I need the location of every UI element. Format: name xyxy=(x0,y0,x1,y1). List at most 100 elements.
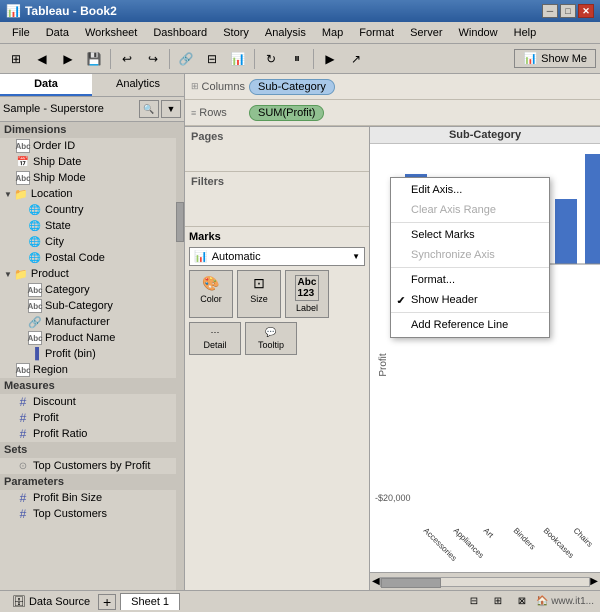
dimension-city[interactable]: 🌐 City xyxy=(0,234,184,250)
show-me-button[interactable]: 📊 Show Me xyxy=(514,49,596,68)
close-button[interactable]: ✕ xyxy=(578,4,594,18)
menu-story[interactable]: Story xyxy=(215,25,257,41)
dimension-orderid[interactable]: Abc Order ID xyxy=(0,138,184,154)
connect-button[interactable]: 🔗 xyxy=(174,47,198,71)
menu-dashboard[interactable]: Dashboard xyxy=(145,25,215,41)
dimension-manufacturer[interactable]: 🔗 Manufacturer xyxy=(0,314,184,330)
forward-button[interactable]: ▶ xyxy=(56,47,80,71)
scroll-track[interactable] xyxy=(380,577,591,587)
tab-analytics[interactable]: Analytics xyxy=(92,74,184,96)
abc-icon: Abc xyxy=(28,283,42,297)
menu-analysis[interactable]: Analysis xyxy=(257,25,314,41)
present-btn[interactable]: ▶ xyxy=(318,47,342,71)
dimension-productname[interactable]: Abc Product Name xyxy=(0,330,184,346)
dimension-location-folder[interactable]: ▼ 📁 Location xyxy=(0,186,184,202)
new-sheet-button[interactable]: + xyxy=(98,594,116,610)
bar-copiers[interactable] xyxy=(585,154,600,264)
export-btn[interactable]: ↗ xyxy=(344,47,368,71)
center-area: ⊞ Columns Sub-Category ≡ Rows SUM(Profit… xyxy=(185,74,600,590)
data-source-tab[interactable]: 🗄 Data Source xyxy=(6,593,96,610)
watermark-text: 🏠 www.it1... xyxy=(536,596,594,607)
back-button[interactable]: ◀ xyxy=(30,47,54,71)
tab-data[interactable]: Data xyxy=(0,74,92,96)
context-add-ref-line[interactable]: Add Reference Line xyxy=(391,315,549,335)
dimension-label: Ship Date xyxy=(33,156,81,168)
param-profitbin[interactable]: # Profit Bin Size xyxy=(0,490,184,506)
abc-icon: Abc xyxy=(16,139,30,153)
label-label: Label xyxy=(296,303,318,313)
dimension-shipdate[interactable]: 📅 Ship Date xyxy=(0,154,184,170)
refresh-btn[interactable]: ↻ xyxy=(259,47,283,71)
presentation-btn[interactable]: ⊟ xyxy=(464,593,484,611)
dimension-state[interactable]: 🌐 State xyxy=(0,218,184,234)
pages-title: Pages xyxy=(191,131,363,143)
param-topcustomers[interactable]: # Top Customers xyxy=(0,506,184,522)
data-source-label: Data Source xyxy=(29,596,90,608)
context-menu: Edit Axis... Clear Axis Range Select Mar… xyxy=(390,177,550,338)
menu-worksheet[interactable]: Worksheet xyxy=(77,25,145,41)
redo-button[interactable]: ↪ xyxy=(141,47,165,71)
menu-data[interactable]: Data xyxy=(38,25,77,41)
detail-button[interactable]: ⋯ Detail xyxy=(189,322,241,355)
search-button[interactable]: 🔍 xyxy=(139,100,159,118)
columns-pill[interactable]: Sub-Category xyxy=(249,79,335,95)
scroll-right-btn[interactable]: ▶ xyxy=(590,576,598,587)
main-area: Data Analytics Sample - Superstore 🔍 ▼ D… xyxy=(0,74,600,590)
left-scrollbar[interactable] xyxy=(176,122,184,590)
undo-button[interactable]: ↩ xyxy=(115,47,139,71)
menu-map[interactable]: Map xyxy=(314,25,351,41)
title-bar: 📊 Tableau - Book2 ─ □ ✕ xyxy=(0,0,600,22)
set-top-customers[interactable]: ⊙ Top Customers by Profit xyxy=(0,458,184,474)
sheet1-tab[interactable]: Sheet 1 xyxy=(120,593,180,610)
marks-type-dropdown[interactable]: 📊 Automatic ▼ xyxy=(189,247,365,266)
label-button[interactable]: Abc123 Label xyxy=(285,270,329,318)
context-sync-axis: Synchronize Axis xyxy=(391,245,549,265)
color-button[interactable]: 🎨 Color xyxy=(189,270,233,318)
panel-tabs: Data Analytics xyxy=(0,74,184,97)
context-sep-1 xyxy=(391,222,549,223)
menu-server[interactable]: Server xyxy=(402,25,450,41)
context-show-header[interactable]: ✓ Show Header xyxy=(391,290,549,310)
new-button[interactable]: ⊞ xyxy=(4,47,28,71)
scroll-left-btn[interactable]: ◀ xyxy=(372,576,380,587)
maximize-button[interactable]: □ xyxy=(560,4,576,18)
chart-btn[interactable]: 📊 xyxy=(226,47,250,71)
measure-discount[interactable]: # Discount xyxy=(0,394,184,410)
dimension-shipmode[interactable]: Abc Ship Mode xyxy=(0,170,184,186)
dimension-subcategory[interactable]: Abc Sub-Category xyxy=(0,298,184,314)
menu-help[interactable]: Help xyxy=(506,25,545,41)
title-bar-left: 📊 Tableau - Book2 xyxy=(6,4,117,18)
measure-profit[interactable]: # Profit xyxy=(0,410,184,426)
size-button[interactable]: ⊡ Size xyxy=(237,270,281,318)
context-format[interactable]: Format... xyxy=(391,270,549,290)
toolbar-sep-4 xyxy=(313,49,314,69)
tooltip-button[interactable]: 💬 Tooltip xyxy=(245,322,297,355)
filters-drop-area[interactable] xyxy=(191,192,363,222)
menu-file[interactable]: File xyxy=(4,25,38,41)
filter-button[interactable]: ▼ xyxy=(161,100,181,118)
rows-pill[interactable]: SUM(Profit) xyxy=(249,105,324,121)
menu-format[interactable]: Format xyxy=(351,25,402,41)
columns-shelf: ⊞ Columns Sub-Category xyxy=(185,74,600,100)
left-panel: Data Analytics Sample - Superstore 🔍 ▼ D… xyxy=(0,74,185,590)
dashboard-btn[interactable]: ⊟ xyxy=(200,47,224,71)
context-select-marks[interactable]: Select Marks xyxy=(391,225,549,245)
dimension-profitbin[interactable]: ▐ Profit (bin) xyxy=(0,346,184,362)
dimension-product-folder[interactable]: ▼ 📁 Product xyxy=(0,266,184,282)
size-icon: ⊡ xyxy=(253,275,265,292)
dimension-category[interactable]: Abc Category xyxy=(0,282,184,298)
viz-scrollbar[interactable]: ◀ ▶ xyxy=(370,572,600,590)
layout-btn[interactable]: ⊠ xyxy=(512,593,532,611)
measure-profitratio[interactable]: # Profit Ratio xyxy=(0,426,184,442)
pages-drop-area[interactable] xyxy=(191,147,363,167)
bar-chairs[interactable] xyxy=(555,199,577,264)
pause-btn[interactable]: ⏸ xyxy=(285,47,309,71)
dimension-region[interactable]: Abc Region xyxy=(0,362,184,378)
dimension-postal[interactable]: 🌐 Postal Code xyxy=(0,250,184,266)
context-edit-axis[interactable]: Edit Axis... xyxy=(391,180,549,200)
minimize-button[interactable]: ─ xyxy=(542,4,558,18)
menu-window[interactable]: Window xyxy=(451,25,506,41)
fit-btn[interactable]: ⊞ xyxy=(488,593,508,611)
dimension-country[interactable]: 🌐 Country xyxy=(0,202,184,218)
save-button[interactable]: 💾 xyxy=(82,47,106,71)
